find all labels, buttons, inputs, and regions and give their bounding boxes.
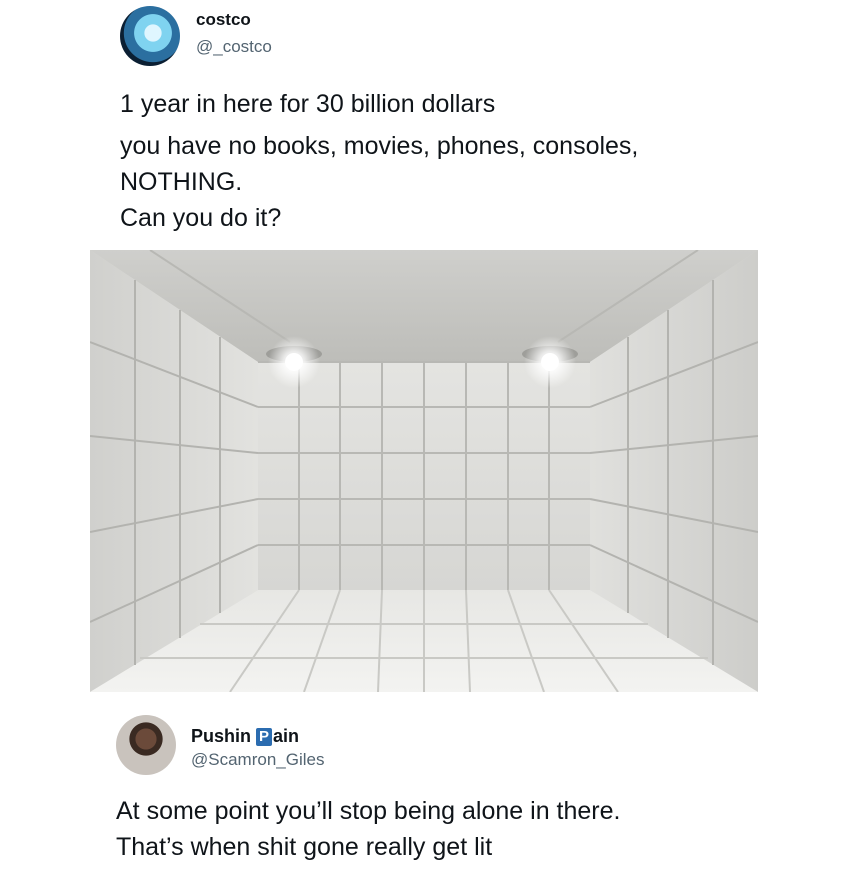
avatar[interactable] <box>116 715 176 775</box>
reply-text-line: That’s when shit gone really get lit <box>116 833 493 861</box>
padded-room-image[interactable] <box>90 250 758 692</box>
avatar[interactable] <box>120 6 180 66</box>
tweet-text-line: Can you do it? <box>120 204 282 232</box>
tweet-text-line: NOTHING. <box>120 168 243 196</box>
author-name-prefix: Pushin <box>191 726 252 746</box>
tweet-text-line: you have no books, movies, phones, conso… <box>120 132 639 160</box>
author-name-suffix: ain <box>273 726 300 746</box>
tweet-text-line: 1 year in here for 30 billion dollars <box>120 90 496 118</box>
reply-text-line: At some point you’ll stop being alone in… <box>116 797 621 825</box>
author-name-badge: P <box>256 727 273 746</box>
author-handle[interactable]: @_costco <box>196 37 272 57</box>
padded-room-illustration <box>90 250 758 692</box>
author-name[interactable]: costco <box>196 10 251 30</box>
author-handle[interactable]: @Scamron_Giles <box>191 750 324 770</box>
author-name[interactable]: Pushin P ain <box>191 726 299 747</box>
